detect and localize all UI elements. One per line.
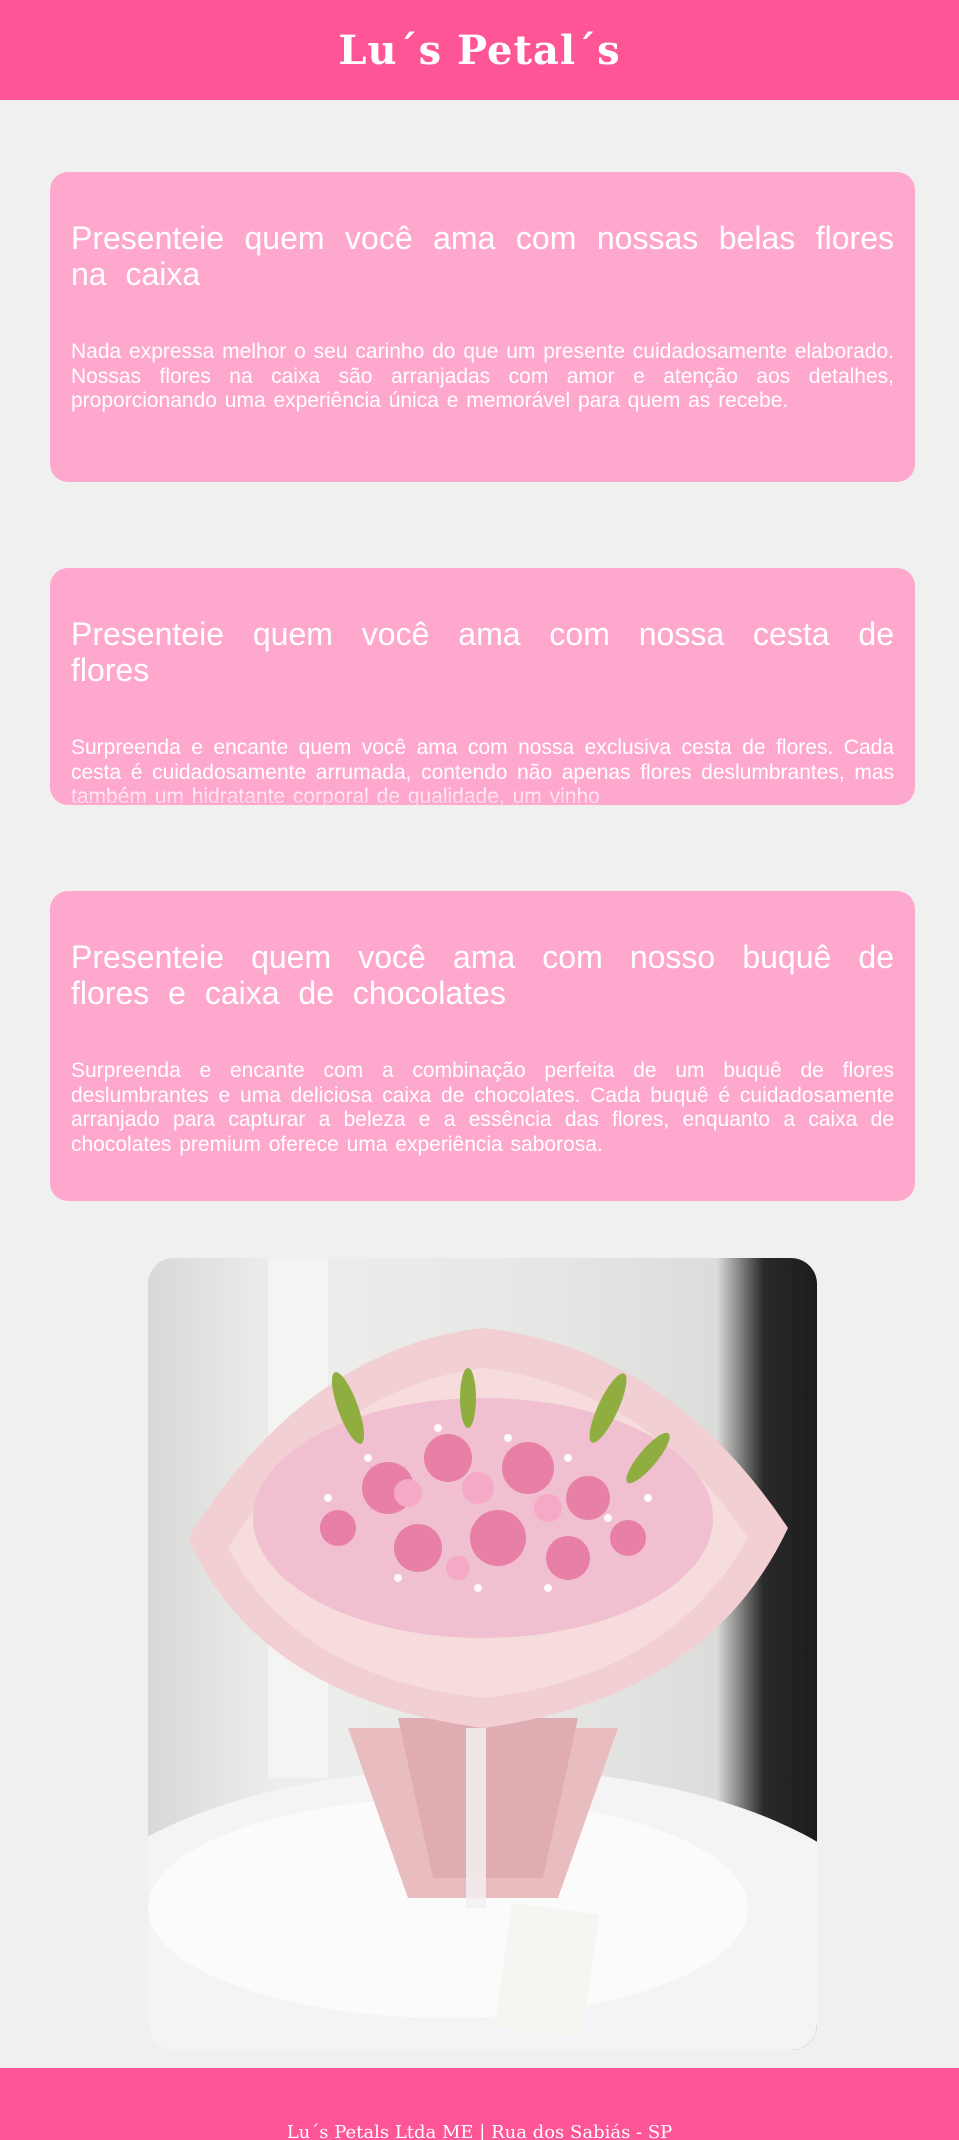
product-card-bouquet-chocolates: Presenteie quem você ama com nosso buquê…: [50, 891, 915, 1201]
site-footer: Lu´s Petals Ltda ME | Rua dos Sabiás - S…: [0, 2068, 959, 2140]
product-card-flower-box: Presenteie quem você ama com nossas bela…: [50, 172, 915, 482]
card-description: Surpreenda e encante com a combinação pe…: [71, 1059, 894, 1156]
card-description: Nada expressa melhor o seu carinho do qu…: [71, 340, 894, 412]
card-title: Presenteie quem você ama com nossas bela…: [71, 220, 894, 292]
bouquet-illustration: [148, 1258, 817, 2050]
footer-text: Lu´s Petals Ltda ME | Rua dos Sabiás - S…: [286, 2122, 673, 2140]
card-title: Presenteie quem você ama com nossa cesta…: [71, 616, 894, 688]
site-title: Lu´s Petal´s: [338, 26, 621, 74]
bouquet-photo: [148, 1258, 817, 2050]
product-card-flower-basket: Presenteie quem você ama com nossa cesta…: [50, 568, 915, 805]
card-title: Presenteie quem você ama com nosso buquê…: [71, 939, 894, 1011]
site-header: Lu´s Petal´s: [0, 0, 959, 100]
card-fade-overlay: [50, 785, 915, 805]
